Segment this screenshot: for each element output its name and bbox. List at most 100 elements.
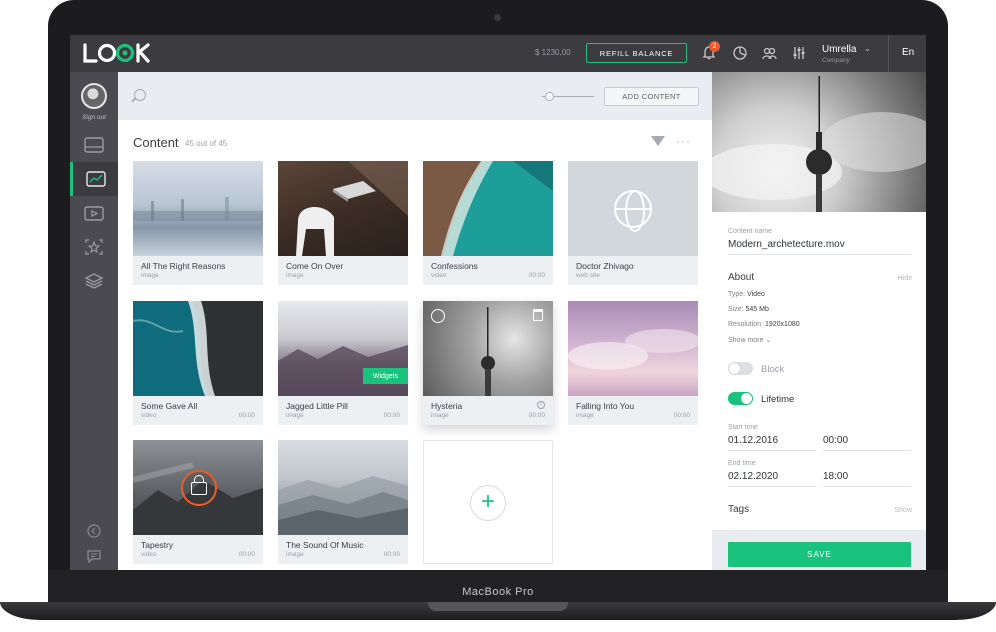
select-circle-icon[interactable] [431,309,445,323]
add-content-button[interactable]: ADD CONTENT [604,87,699,106]
content-count: 45 out of 45 [185,139,228,148]
card-type: image [286,272,304,279]
content-card[interactable]: The Sound Of Music image 00:00 [278,440,408,564]
avatar[interactable] [81,83,107,109]
end-date-field[interactable]: 02.12.2020 [728,471,778,482]
card-thumbnail [423,301,553,396]
refill-balance-button[interactable]: REFILL BALANCE [586,43,687,63]
users-icon[interactable] [761,45,777,61]
lock-icon [191,482,207,495]
content-name-label: Content name [728,228,772,235]
content-card[interactable]: Falling Into You image 00:00 [568,301,698,425]
sign-out-link[interactable]: Sign out [70,114,118,121]
add-content-card[interactable]: + [423,440,553,564]
widgets-badge[interactable]: Widgets [363,368,408,384]
card-type: image [141,272,159,279]
about-heading: About [728,272,755,283]
collapse-arrow-icon[interactable] [70,524,118,541]
chart-icon [85,171,106,187]
toggle-knob [741,393,752,404]
start-date-field[interactable]: 01.12.2016 [728,435,778,446]
user-name[interactable]: Umrella [822,44,856,55]
analytics-icon[interactable] [732,45,748,61]
zoom-slider-handle[interactable] [545,92,554,101]
card-type: video [141,551,157,558]
app-screen: $ 1230,00 REFILL BALANCE 2 Umrella ⌄ Com… [70,35,926,570]
card-type: web site [576,272,600,279]
end-date-underline [728,486,816,487]
content-card[interactable]: Come On Over image [278,161,408,285]
laptop-notch [428,602,568,611]
look-logo[interactable] [82,42,160,64]
content-card[interactable]: Confessions video 00:00 [423,161,553,285]
save-button[interactable]: SAVE [728,542,911,567]
content-card[interactable]: Widgets Jagged Little Pill image 00:00 [278,301,408,425]
notification-badge: 2 [709,41,720,52]
card-thumbnail [278,440,408,535]
topbar-divider [888,35,889,72]
sidebar-item-video[interactable] [70,196,118,230]
card-thumbnail [423,161,553,256]
camera-icon [494,14,501,21]
meta-resolution: Resolution: 1920x1080 [728,321,800,328]
settings-sliders-icon[interactable] [791,45,807,61]
sidebar: Sign out [70,72,118,570]
language-selector[interactable]: En [902,47,914,58]
chat-icon[interactable] [70,550,118,566]
content-card[interactable]: Some Gave All video 00:00 [133,301,263,425]
meta-size: Size: 545 Mb [728,306,769,313]
card-thumbnail [568,161,698,256]
card-title: Falling Into You [576,401,635,411]
content-toolbar: ADD CONTENT [118,72,712,120]
info-icon[interactable]: i [537,401,545,409]
meta-size-label: Size: [728,306,744,313]
content-preview [712,72,926,212]
show-more-label: Show more [728,337,764,344]
content-name-underline [728,254,911,255]
card-title: Doctor Zhivago [576,261,634,271]
sidebar-item-layers[interactable] [70,264,118,298]
tags-show-link[interactable]: Show [894,507,912,514]
content-card[interactable]: Tapestry video 00:00 [133,440,263,564]
show-more-link[interactable]: Show more ⌄ [728,336,771,344]
card-title: Tapestry [141,540,174,550]
laptop-brand-label: MacBook Pro [462,586,534,598]
card-duration: 00:00 [238,551,255,558]
content-name-field[interactable]: Modern_archetecture.mov [728,239,845,250]
search-icon[interactable] [134,89,146,101]
meta-type-label: Type: [728,291,746,298]
card-type: video [141,412,157,419]
content-card-selected[interactable]: Hysteria i image 00:00 [423,301,553,425]
lifetime-label: Lifetime [761,394,795,405]
card-type: video [431,272,447,279]
card-thumbnail: Widgets [278,301,408,396]
sidebar-item-templates[interactable] [70,230,118,264]
card-thumbnail [133,440,263,535]
sidebar-item-analytics[interactable] [70,162,118,196]
lifetime-toggle[interactable] [728,392,753,405]
start-time-field[interactable]: 00:00 [823,435,848,446]
logo-icon [83,43,150,63]
star-frame-icon [85,239,103,255]
card-thumbnail [568,301,698,396]
layers-icon [84,273,104,289]
plus-icon[interactable]: + [470,485,506,521]
end-time-field[interactable]: 18:00 [823,471,848,482]
user-company: Company [822,57,850,64]
trash-icon[interactable] [533,309,543,321]
card-type: image [431,412,449,419]
hide-about-link[interactable]: Hide [898,275,912,282]
card-title: Hysteria [431,401,463,411]
card-title: Confessions [431,261,478,271]
more-options-icon[interactable]: ··· [676,134,691,148]
card-title: Jagged Little Pill [286,401,348,411]
block-toggle[interactable] [728,362,753,375]
card-type: image [286,551,304,558]
card-duration: 00:00 [528,412,545,419]
filter-icon[interactable] [651,136,665,146]
content-card[interactable]: All The Right Reasons image [133,161,263,285]
globe-icon [614,190,652,232]
chevron-down-icon[interactable]: ⌄ [864,44,871,53]
sidebar-item-screens[interactable] [70,128,118,162]
content-card[interactable]: Doctor Zhivago web site [568,161,698,285]
